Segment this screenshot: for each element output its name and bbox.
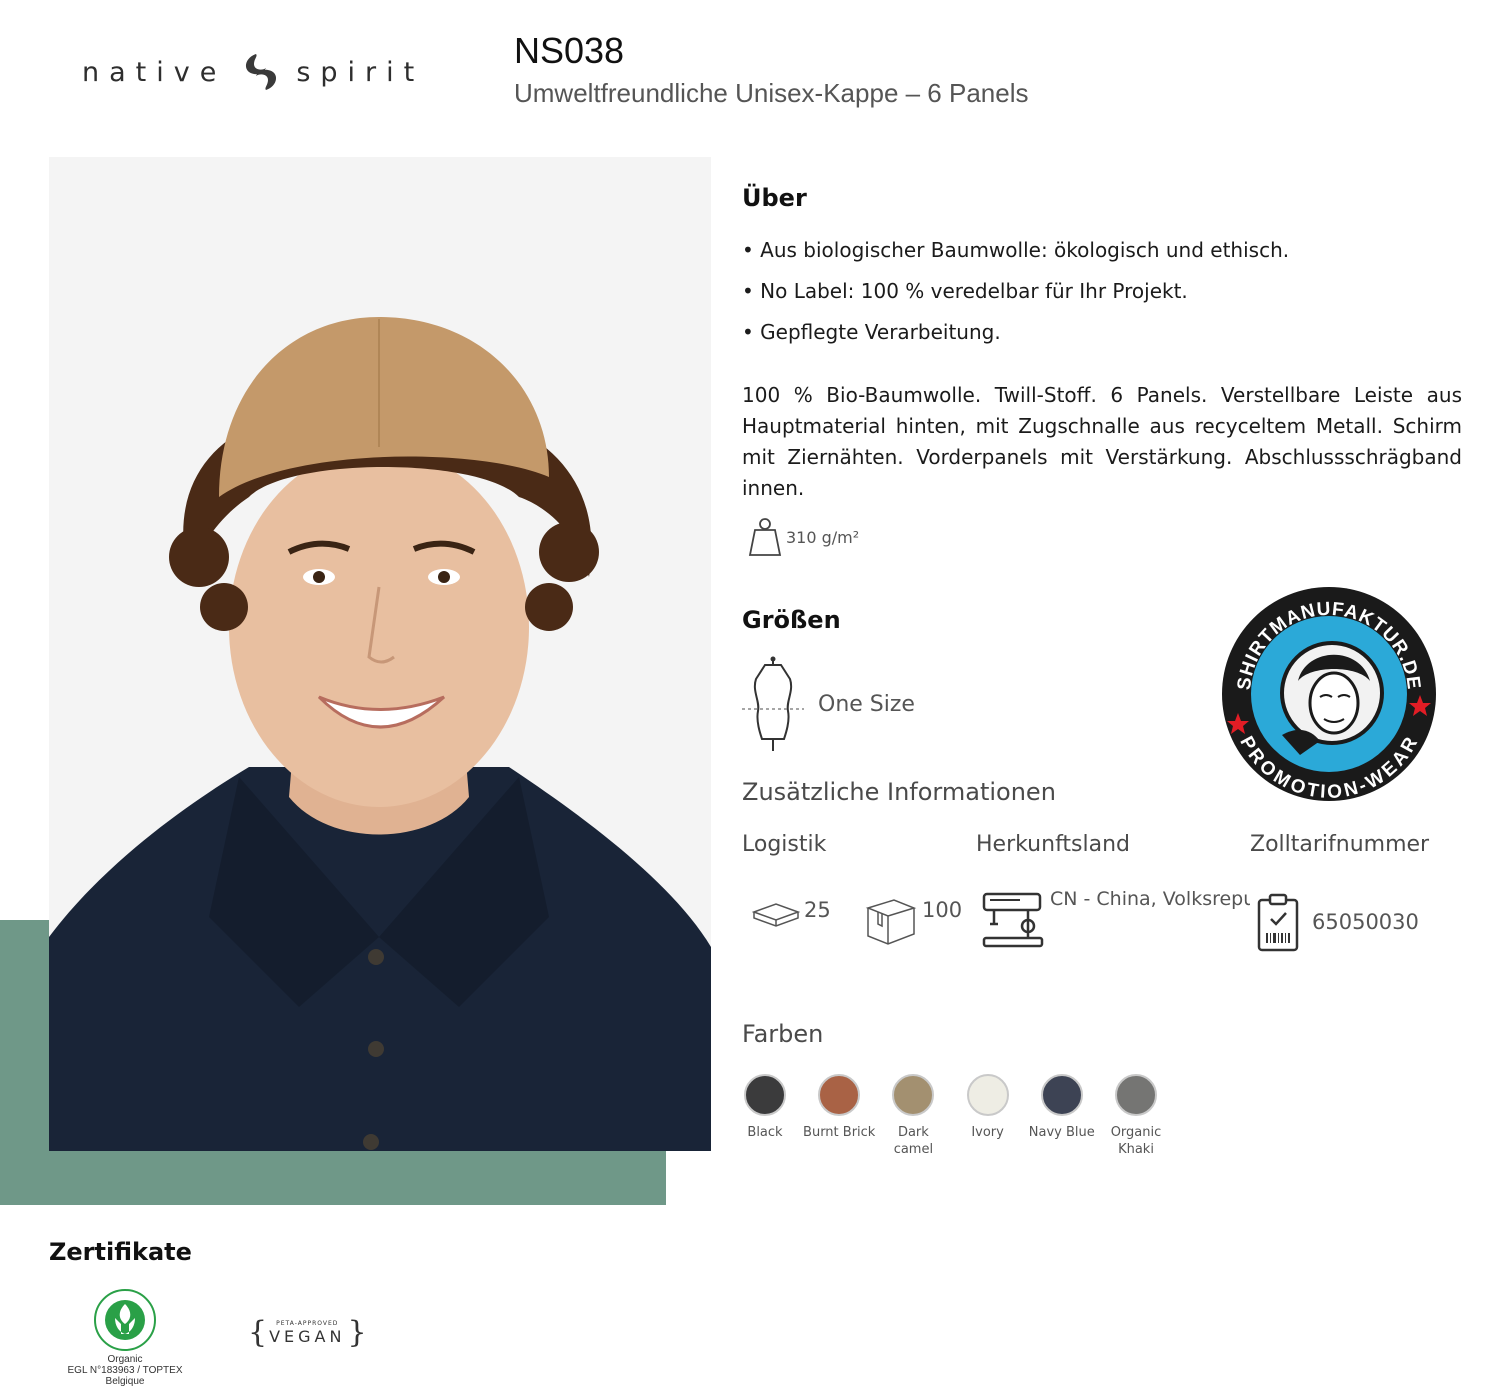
colors-heading: Farben — [742, 1020, 824, 1048]
product-subtitle: Umweltfreundliche Unisex-Kappe – 6 Panel… — [514, 78, 1029, 108]
leaf-logo-icon — [246, 54, 277, 90]
color-name: Navy Blue — [1028, 1125, 1095, 1140]
tariff-label: Zolltarifnummer — [1250, 832, 1430, 857]
product-photo — [49, 157, 711, 1151]
color-swatch[interactable]: Dark camel — [876, 1074, 950, 1158]
sizes-heading: Größen — [742, 606, 841, 634]
product-description: 100 % Bio-Baumwolle. Twill-Stoff. 6 Pane… — [742, 383, 1462, 500]
weight-icon — [748, 518, 782, 556]
color-swatch[interactable]: Ivory — [951, 1074, 1025, 1141]
small-package-icon — [752, 903, 800, 927]
about-bullet: • Gepflegte Verarbeitung. — [742, 320, 1001, 344]
color-name: Ivory — [971, 1125, 1004, 1140]
color-dot[interactable] — [1115, 1074, 1157, 1116]
brand-word-right: spirit — [296, 56, 425, 88]
color-dot[interactable] — [892, 1074, 935, 1116]
fabric-weight-value: 310 g/m² — [786, 527, 860, 547]
model-illustration — [49, 157, 711, 1151]
brand-logo: native spirit — [82, 52, 424, 92]
color-name: Burnt Brick — [803, 1125, 876, 1140]
mannequin-icon — [742, 656, 804, 751]
brand-word-left: native — [82, 56, 227, 88]
product-code: NS038 — [514, 30, 625, 71]
color-name: Dark camel — [893, 1125, 934, 1157]
logistics-small-qty: 25 — [804, 898, 831, 922]
about-heading: Über — [742, 184, 807, 212]
color-dot[interactable] — [966, 1074, 1009, 1116]
color-dot[interactable] — [818, 1074, 861, 1116]
about-bullet: • No Label: 100 % veredelbar für Ihr Pro… — [742, 279, 1188, 303]
gots-caption-organic: Organic — [107, 1354, 143, 1365]
sewing-machine-icon — [982, 892, 1044, 948]
left-brace-icon: { — [248, 1315, 268, 1350]
right-brace-icon: } — [347, 1315, 367, 1350]
tariff-value: 65050030 — [1312, 910, 1419, 934]
gots-caption-license: EGL N°183963 / TOPTEX Belgique — [67, 1365, 183, 1387]
origin-value: CN - China, Volksrepub — [1050, 888, 1250, 910]
vegan-label: VEGAN — [269, 1326, 346, 1346]
customs-clipboard-icon — [1257, 893, 1299, 952]
color-swatch[interactable]: Black — [728, 1074, 802, 1141]
certificates-heading: Zertifikate — [49, 1238, 192, 1266]
color-swatch[interactable]: Navy Blue — [1025, 1074, 1099, 1141]
logistics-large-qty: 100 — [922, 898, 963, 922]
peta-approved-label: PETA-APPROVED — [276, 1319, 339, 1327]
box-icon — [865, 899, 917, 945]
gots-certificate: Organic EGL N°183963 / TOPTEX Belgique — [56, 1288, 194, 1387]
color-name: Black — [747, 1125, 783, 1140]
size-value: One Size — [818, 691, 915, 717]
gots-logo-icon — [94, 1289, 156, 1351]
shirtmanufaktur-stamp: SHIRTMANUFAKTUR.DE PROMOTION-WEAR — [1222, 587, 1436, 803]
vegan-certificate: { PETA-APPROVED VEGAN } — [248, 1315, 367, 1350]
color-name: Organic Khaki — [1110, 1125, 1162, 1157]
color-dot[interactable] — [744, 1074, 786, 1116]
origin-label: Herkunftsland — [976, 832, 1131, 857]
about-bullet: • Aus biologischer Baumwolle: ökologisch… — [742, 238, 1290, 262]
additional-info-heading: Zusätzliche Informationen — [742, 778, 1056, 806]
color-swatch[interactable]: Organic Khaki — [1099, 1074, 1173, 1158]
fabric-weight: 310 g/m² — [748, 516, 859, 558]
logistics-label: Logistik — [742, 832, 827, 857]
color-dot[interactable] — [1040, 1074, 1083, 1116]
color-swatch[interactable]: Burnt Brick — [802, 1074, 876, 1141]
size-option: One Size — [740, 655, 915, 753]
